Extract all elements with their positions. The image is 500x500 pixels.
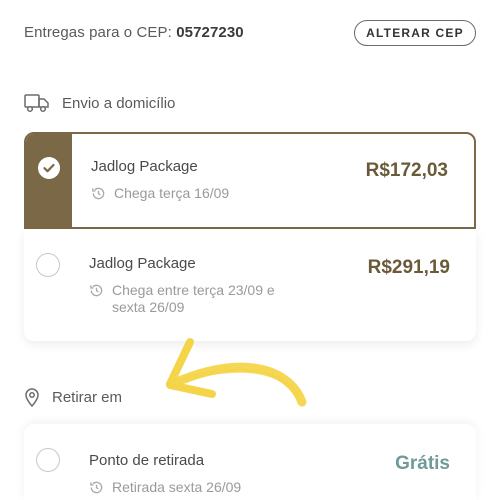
option-1-title: Jadlog Package xyxy=(91,158,198,175)
cep-row: Entregas para o CEP: 05727230 ALTERAR CE… xyxy=(24,20,476,46)
pickup-option-eta: Retirada sexta 26/09 xyxy=(89,479,312,496)
pickup-option-title: Ponto de retirada xyxy=(89,452,205,469)
selected-strip xyxy=(26,134,72,227)
yellow-arrow-annotation xyxy=(166,338,307,407)
map-pin-icon xyxy=(25,388,39,407)
history-clock-icon xyxy=(90,481,103,494)
home-delivery-heading: Envio a domicílio xyxy=(24,93,175,113)
pickup-option-price: Grátis xyxy=(395,453,450,474)
shipping-option-1[interactable]: Jadlog Package R$172,03 Chega terça 16/0… xyxy=(24,132,476,229)
option-2-title: Jadlog Package xyxy=(89,255,196,272)
history-clock-icon xyxy=(90,284,103,297)
option-2-radio[interactable] xyxy=(36,253,60,277)
option-2-price: R$291,19 xyxy=(367,257,450,278)
truck-icon xyxy=(24,94,49,113)
home-delivery-label: Envio a domicílio xyxy=(62,94,176,112)
cep-label: Entregas para o CEP: xyxy=(24,24,177,41)
option-1-eta: Chega terça 16/09 xyxy=(91,185,314,202)
option-1-price: R$172,03 xyxy=(365,160,448,181)
history-clock-icon xyxy=(92,187,105,200)
shipping-option-2[interactable]: Jadlog Package R$291,19 Chega entre terç… xyxy=(24,229,476,341)
change-cep-button[interactable]: ALTERAR CEP xyxy=(354,20,476,46)
pickup-option-radio[interactable] xyxy=(36,448,60,472)
option-2-eta: Chega entre terça 23/09 e sexta 26/09 xyxy=(89,282,312,316)
pickup-label: Retirar em xyxy=(52,388,123,406)
cep-info: Entregas para o CEP: 05727230 xyxy=(24,24,244,41)
pickup-option-1[interactable]: Ponto de retirada Grátis Retirada sexta … xyxy=(24,424,476,500)
check-icon xyxy=(38,157,60,179)
cep-value: 05727230 xyxy=(176,24,244,41)
pickup-heading: Retirar em xyxy=(24,387,122,407)
